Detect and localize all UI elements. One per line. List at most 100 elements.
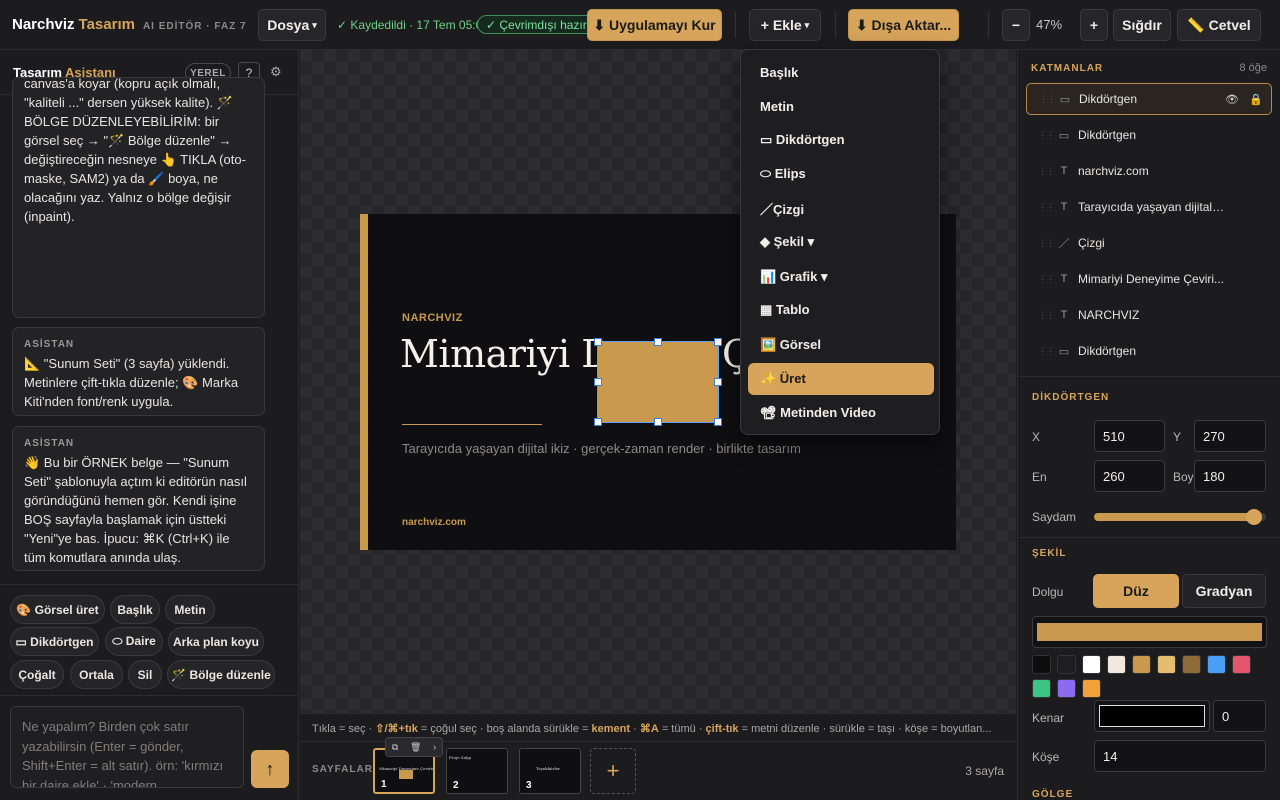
quick-action-rectangle[interactable]: ▭ Dikdörtgen <box>10 627 99 656</box>
slide-url[interactable]: narchviz.com <box>402 517 466 528</box>
drag-handle-icon[interactable]: ⋮⋮ <box>1038 130 1055 141</box>
add-menu-label: + Ekle <box>760 17 802 33</box>
color-swatch[interactable] <box>1157 655 1176 674</box>
menu-item-image[interactable]: 🖼️ Görsel <box>748 329 934 361</box>
color-swatch[interactable] <box>1207 655 1226 674</box>
x-input[interactable]: 510 <box>1094 420 1165 452</box>
slide-divider-line[interactable] <box>402 424 542 425</box>
eye-icon[interactable]: 👁 <box>1225 93 1239 106</box>
menu-item-rectangle[interactable]: ▭ Dikdörtgen <box>748 124 934 156</box>
radius-input[interactable]: 14 <box>1094 740 1266 772</box>
menu-item-text-to-video[interactable]: 📽 Metinden Video <box>748 397 934 429</box>
color-swatch[interactable] <box>1057 679 1076 698</box>
resize-handle[interactable] <box>714 418 722 426</box>
menu-item-chart[interactable]: 📊 Grafik ▾ <box>748 261 934 293</box>
resize-handle[interactable] <box>714 338 722 346</box>
layers-count: 8 öğe <box>1239 62 1267 74</box>
stroke-color-picker[interactable] <box>1094 700 1210 732</box>
opacity-slider-handle[interactable] <box>1245 509 1262 525</box>
quick-action-region-edit[interactable]: 🪄 Bölge düzenle <box>167 660 275 689</box>
drag-handle-icon[interactable]: ⋮⋮ <box>1038 166 1055 177</box>
zoom-in-button[interactable]: + <box>1080 9 1108 41</box>
install-app-button[interactable]: ⬇ Uygulamayı Kur <box>587 9 722 41</box>
selected-rectangle[interactable] <box>597 341 719 423</box>
color-swatch[interactable] <box>1057 655 1076 674</box>
quick-action-dark-background[interactable]: Arka plan koyu <box>168 627 264 656</box>
color-swatch[interactable] <box>1232 655 1251 674</box>
layer-item[interactable]: ⋮⋮ ▭ Dikdörtgen <box>1026 119 1272 151</box>
layer-item[interactable]: ⋮⋮ Tnarchviz.com <box>1026 155 1272 187</box>
zoom-out-button[interactable]: − <box>1002 9 1030 41</box>
drag-handle-icon[interactable]: ⋮⋮ <box>1038 310 1055 321</box>
quick-action-center[interactable]: Ortala <box>70 660 123 689</box>
quick-action-text[interactable]: Metin <box>165 595 215 624</box>
layer-item[interactable]: ⋮⋮ T NARCHVIZ <box>1026 299 1272 331</box>
width-input[interactable]: 260 <box>1094 460 1165 492</box>
export-button[interactable]: ⬇ Dışa Aktar... <box>848 9 959 41</box>
color-swatch[interactable] <box>1032 679 1051 698</box>
height-input[interactable]: 180 <box>1194 460 1266 492</box>
add-menu-button[interactable]: + Ekle ▾ <box>749 9 821 41</box>
chat-input[interactable]: Ne yapalım? Birden çok satır yazabilirsi… <box>10 706 244 788</box>
quick-action-heading[interactable]: Başlık <box>110 595 160 624</box>
fill-solid-button[interactable]: Düz <box>1093 574 1179 608</box>
fit-button[interactable]: Sığdır <box>1113 9 1171 41</box>
menu-item-heading[interactable]: Başlık <box>748 56 934 88</box>
layer-item[interactable]: ⋮⋮ T Mimariyi Deneyime Çeviri... <box>1026 263 1272 295</box>
resize-handle[interactable] <box>654 338 662 346</box>
drag-handle-icon[interactable]: ⋮⋮ <box>1038 202 1055 213</box>
color-swatch[interactable] <box>1132 655 1151 674</box>
menu-item-ellipse[interactable]: ⬭ Elips <box>748 158 934 190</box>
layer-item[interactable]: ⋮⋮ ▭ Dikdörtgen <box>1026 335 1272 367</box>
color-swatch[interactable] <box>1082 679 1101 698</box>
menu-item-table[interactable]: ▦ Tablo <box>748 294 934 326</box>
y-input[interactable]: 270 <box>1194 420 1266 452</box>
page-thumbnail[interactable]: Teşekkürler 3 <box>519 748 581 794</box>
resize-handle[interactable] <box>714 378 722 386</box>
slide-kicker[interactable]: NARCHVIZ <box>402 312 463 324</box>
opacity-slider[interactable] <box>1094 509 1266 525</box>
divider <box>0 695 299 696</box>
color-swatch[interactable] <box>1032 655 1051 674</box>
menu-item-line[interactable]: ／Çizgi <box>748 192 934 224</box>
quick-action-duplicate[interactable]: Çoğalt <box>10 660 64 689</box>
x-label: X <box>1032 430 1041 444</box>
resize-handle[interactable] <box>594 338 602 346</box>
chevron-right-icon[interactable]: › <box>433 742 436 752</box>
color-swatch[interactable] <box>1182 655 1201 674</box>
quick-action-circle[interactable]: ⬭ Daire <box>105 627 163 656</box>
menu-item-shape[interactable]: ◆ Şekil ▾ <box>748 226 934 258</box>
menu-item-text[interactable]: Metin <box>748 90 934 122</box>
lock-icon[interactable]: 🔒 <box>1249 93 1263 106</box>
slide-accent-bar[interactable] <box>360 214 368 550</box>
add-page-button[interactable]: + <box>590 748 636 794</box>
fill-color-picker[interactable] <box>1032 616 1267 648</box>
fill-label: Dolgu <box>1032 585 1064 599</box>
drag-handle-icon[interactable]: ⋮⋮ <box>1038 274 1055 285</box>
stroke-width-input[interactable]: 0 <box>1213 700 1266 732</box>
duplicate-page-icon[interactable]: ⧉ <box>392 742 398 753</box>
ruler-button[interactable]: 📏 Cetvel <box>1177 9 1261 41</box>
fill-color-preview <box>1037 623 1262 641</box>
resize-handle[interactable] <box>594 418 602 426</box>
menu-item-generate[interactable]: ✨ Üret <box>748 363 934 395</box>
color-swatch[interactable] <box>1107 655 1126 674</box>
slide-subtitle[interactable]: Tarayıcıda yaşayan dijital ikiz · gerçek… <box>402 441 801 456</box>
layer-item[interactable]: ⋮⋮ ▭ Dikdörtgen 👁 🔒 <box>1026 83 1272 115</box>
drag-handle-icon[interactable]: ⋮⋮ <box>1039 94 1056 105</box>
quick-action-generate-image[interactable]: 🎨 Görsel üret <box>10 595 105 624</box>
layer-item[interactable]: ⋮⋮ T Tarayıcıda yaşayan dijital i... <box>1026 191 1272 223</box>
drag-handle-icon[interactable]: ⋮⋮ <box>1038 346 1055 357</box>
resize-handle[interactable] <box>654 418 662 426</box>
drag-handle-icon[interactable]: ⋮⋮ <box>1038 238 1055 249</box>
color-swatch[interactable] <box>1082 655 1101 674</box>
send-button[interactable]: ↑ <box>251 750 289 788</box>
gear-icon[interactable]: ⚙ <box>270 64 282 80</box>
resize-handle[interactable] <box>594 378 602 386</box>
layer-item[interactable]: ⋮⋮ ／ Çizgi <box>1026 227 1272 259</box>
page-thumbnail[interactable]: Proje Salgı 2 <box>446 748 508 794</box>
file-menu-button[interactable]: Dosya ▾ <box>258 9 326 41</box>
trash-icon[interactable]: 🗑 <box>410 742 421 753</box>
fill-gradient-button[interactable]: Gradyan <box>1182 574 1266 608</box>
quick-action-delete[interactable]: Sil <box>128 660 162 689</box>
